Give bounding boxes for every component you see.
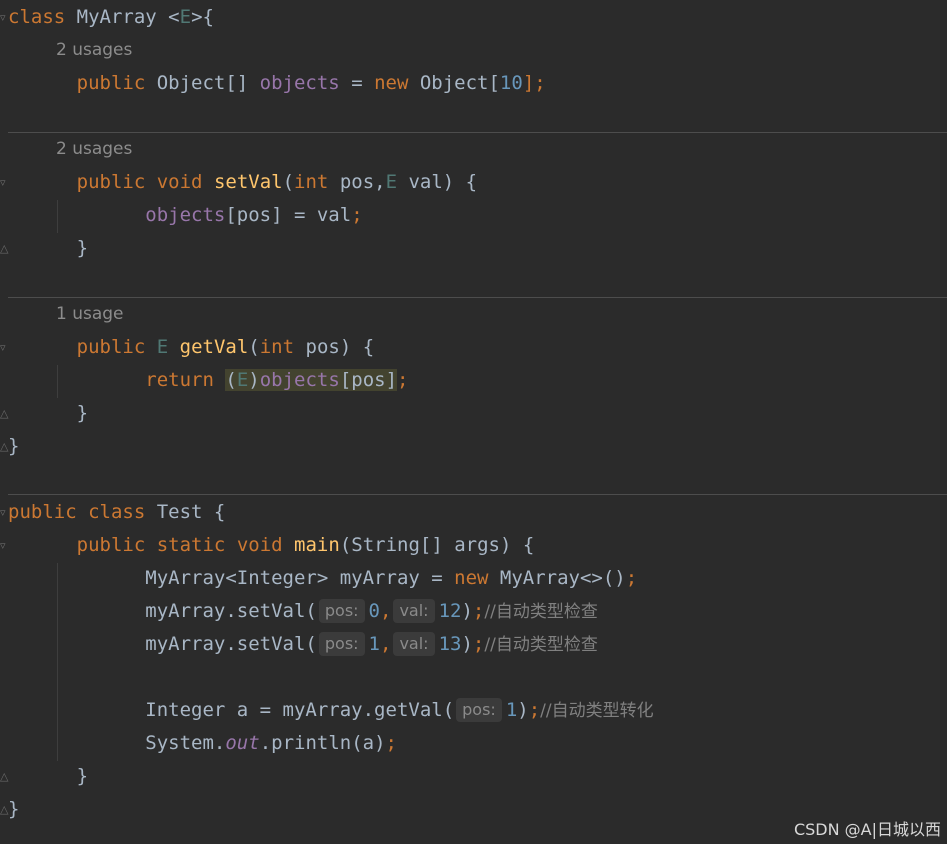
method-separator bbox=[8, 132, 947, 133]
code-line[interactable]: public class Test { bbox=[8, 496, 225, 529]
unchecked-cast-highlight[interactable]: (E)objects[pos] bbox=[225, 369, 398, 391]
code-line[interactable]: myArray.setVal(pos: 1, val: 13);//自动类型检查 bbox=[8, 628, 598, 661]
code-line[interactable]: public Object[] objects = new Object[10]… bbox=[8, 67, 546, 100]
code-line[interactable]: public E getVal(int pos) { bbox=[8, 331, 375, 364]
code-line[interactable]: objects[pos] = val; bbox=[8, 199, 362, 232]
usages-hint[interactable]: 1 usage bbox=[56, 298, 124, 331]
fold-end-marker-icon[interactable]: △ bbox=[0, 243, 8, 254]
code-line[interactable]: System.out.println(a); bbox=[8, 727, 397, 760]
code-line[interactable]: } bbox=[8, 793, 19, 826]
fold-marker-icon[interactable]: ▿ bbox=[0, 12, 7, 23]
code-line[interactable]: myArray.setVal(pos: 0, val: 12);//自动类型检查 bbox=[8, 595, 598, 628]
parameter-hint: pos: bbox=[318, 599, 365, 623]
method-separator bbox=[8, 494, 947, 495]
watermark: CSDN @A|日城以西 bbox=[793, 820, 941, 839]
fold-marker-icon[interactable]: ▿ bbox=[0, 342, 7, 353]
code-editor[interactable]: ▿ ▿ △ ▿ △ △ ▿ ▿ △ △ class MyArray <E>{ 2… bbox=[0, 0, 947, 844]
code-line[interactable]: Integer a = myArray.getVal(pos: 1);//自动类型… bbox=[8, 694, 654, 727]
usages-hint[interactable]: 2 usages bbox=[56, 34, 132, 67]
fold-end-marker-icon[interactable]: △ bbox=[0, 804, 8, 815]
parameter-hint: val: bbox=[393, 599, 435, 623]
code-line[interactable]: } bbox=[8, 397, 88, 430]
method-separator bbox=[8, 297, 947, 298]
code-comment: //自动类型检查 bbox=[484, 635, 598, 655]
fold-marker-icon[interactable]: ▿ bbox=[0, 177, 7, 188]
code-line[interactable]: MyArray<Integer> myArray = new MyArray<>… bbox=[8, 562, 637, 595]
code-line[interactable]: public void setVal(int pos,E val) { bbox=[8, 166, 477, 199]
fold-end-marker-icon[interactable]: △ bbox=[0, 441, 8, 452]
parameter-hint: pos: bbox=[318, 632, 365, 656]
code-comment: //自动类型检查 bbox=[484, 602, 598, 622]
code-line[interactable]: return (E)objects[pos]; bbox=[8, 364, 408, 397]
fold-end-marker-icon[interactable]: △ bbox=[0, 771, 8, 782]
code-line[interactable]: } bbox=[8, 760, 88, 793]
usages-hint[interactable]: 2 usages bbox=[56, 133, 132, 166]
code-comment: //自动类型转化 bbox=[540, 701, 654, 721]
fold-end-marker-icon[interactable]: △ bbox=[0, 408, 8, 419]
code-line[interactable]: public static void main(String[] args) { bbox=[8, 529, 535, 562]
parameter-hint: pos: bbox=[456, 698, 502, 722]
fold-marker-icon[interactable]: ▿ bbox=[0, 540, 7, 551]
code-line[interactable]: class MyArray <E>{ bbox=[8, 1, 214, 34]
code-line[interactable]: } bbox=[8, 430, 19, 463]
parameter-hint: val: bbox=[393, 632, 435, 656]
fold-marker-icon[interactable]: ▿ bbox=[0, 507, 7, 518]
code-line[interactable]: } bbox=[8, 232, 88, 265]
